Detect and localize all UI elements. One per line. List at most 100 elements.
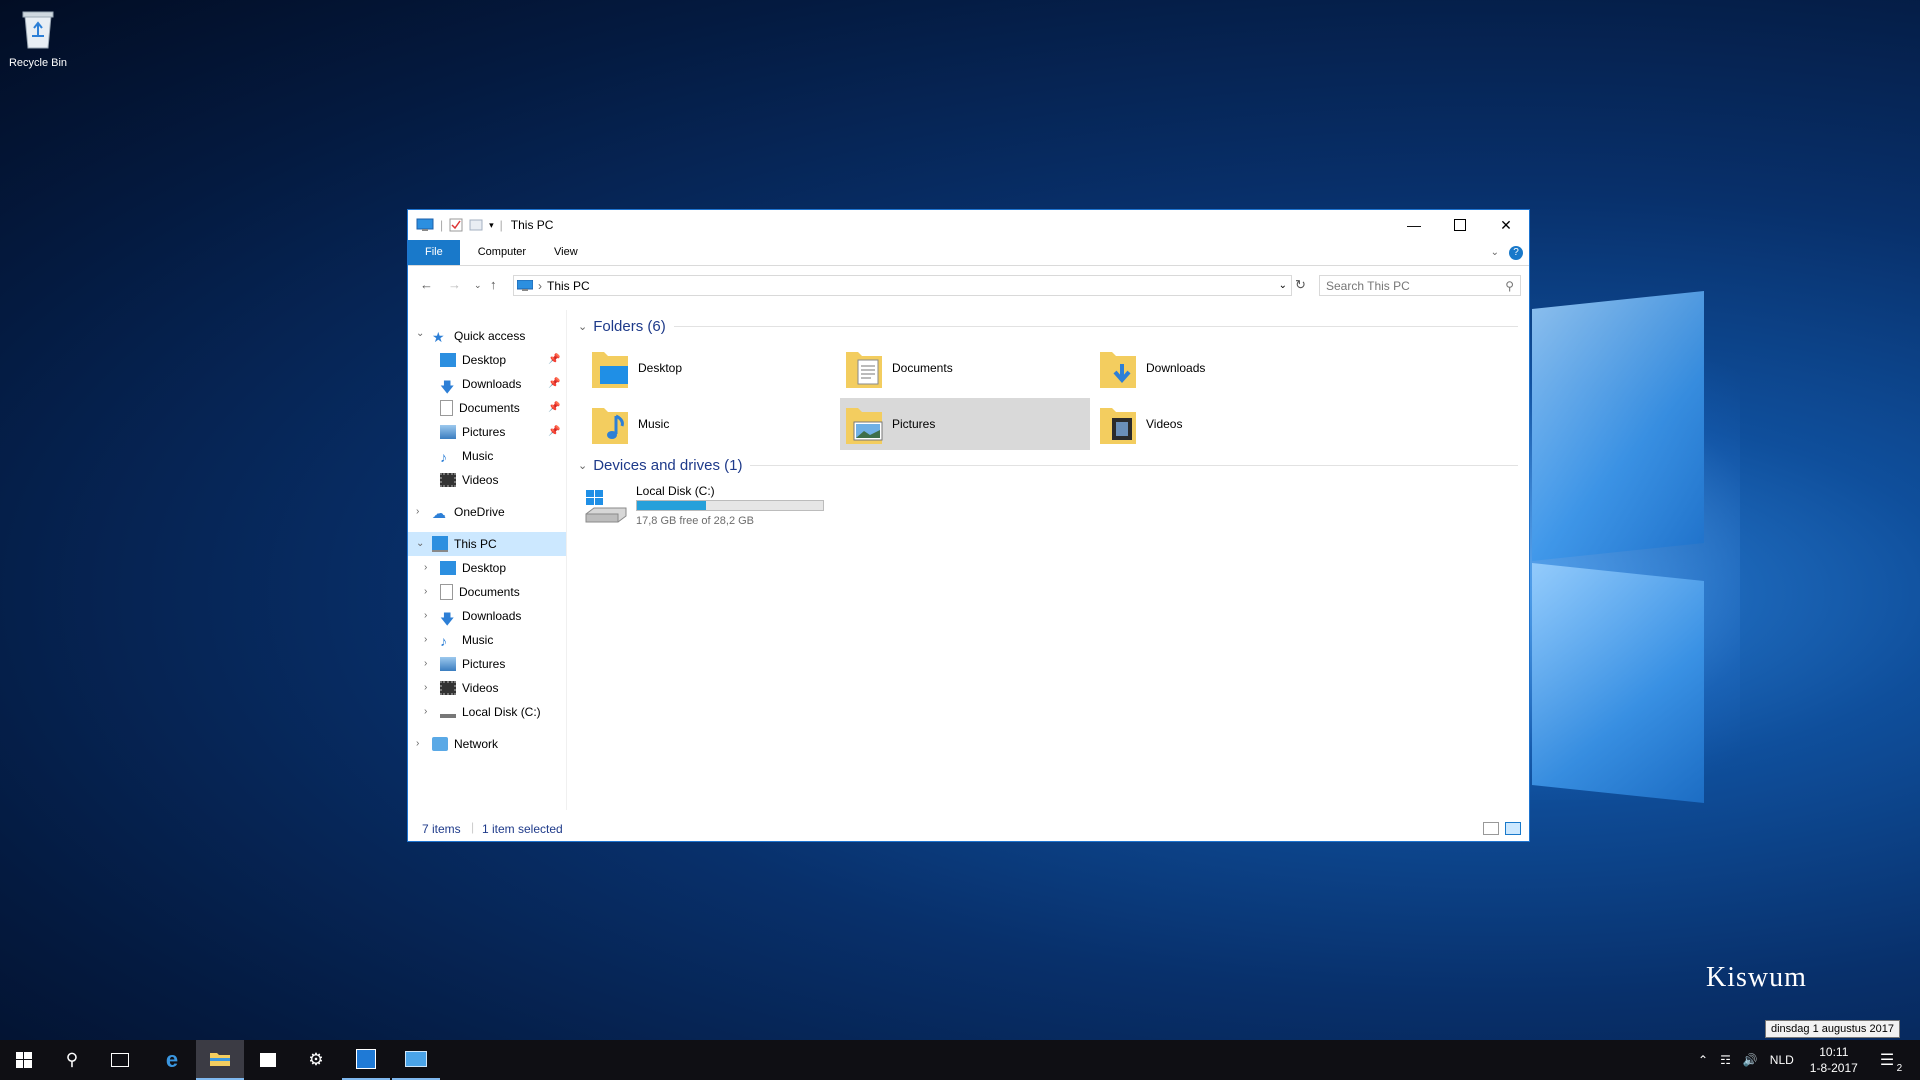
nav-onedrive[interactable]: ☁ OneDrive <box>432 501 505 523</box>
nav-pc-downloads[interactable]: 🡇 Downloads <box>440 605 521 627</box>
task-view-button[interactable] <box>96 1040 144 1080</box>
input-language[interactable]: NLD <box>1770 1053 1794 1067</box>
store-taskbar-button[interactable] <box>244 1040 292 1080</box>
expand-chevron-icon[interactable]: › <box>424 682 427 693</box>
documents-icon <box>440 400 453 416</box>
search-icon[interactable]: ⚲ <box>1505 279 1514 293</box>
windows-logo-icon <box>16 1052 32 1068</box>
file-explorer-window: | ▾ | This PC — ✕ File Computer View ⌄ ?… <box>407 209 1530 842</box>
recycle-bin-desktop-icon[interactable]: Recycle Bin <box>6 6 70 69</box>
tab-computer[interactable]: Computer <box>464 240 540 265</box>
nav-pc-desktop[interactable]: Desktop <box>440 557 506 579</box>
maximize-button[interactable] <box>1437 210 1483 240</box>
settings-taskbar-button[interactable]: ⚙ <box>292 1040 340 1080</box>
nav-quick-documents[interactable]: Documents <box>440 397 520 419</box>
volume-icon[interactable]: 🔊 <box>1743 1053 1758 1067</box>
breadcrumb-chevron-icon[interactable]: › <box>538 279 542 293</box>
file-explorer-taskbar-button[interactable] <box>196 1040 244 1080</box>
help-icon[interactable]: ? <box>1509 245 1523 260</box>
refresh-button[interactable]: ↻ <box>1295 277 1306 293</box>
pin-icon[interactable]: 📌 <box>548 402 560 413</box>
pin-icon[interactable]: 📌 <box>548 378 560 389</box>
forward-button[interactable]: → <box>448 277 461 292</box>
expand-onedrive-chevron-icon[interactable]: › <box>416 506 419 517</box>
nav-pc-videos[interactable]: Videos <box>440 677 498 699</box>
drive-local-disk-c[interactable]: Local Disk (C:) 17,8 GB free of 28,2 GB <box>584 484 834 534</box>
customize-qat-icon[interactable]: ▾ <box>489 220 494 231</box>
tab-file[interactable]: File <box>408 240 460 265</box>
folders-group-title: Folders (6) <box>593 317 666 335</box>
folder-label: Downloads <box>1146 361 1206 375</box>
title-bar[interactable]: | ▾ | This PC <box>408 210 1529 240</box>
clock[interactable]: 10:11 1-8-2017 <box>1810 1044 1858 1076</box>
collapse-this-pc-chevron-icon[interactable]: ⌄ <box>416 538 424 549</box>
folder-videos[interactable]: Videos <box>1094 398 1344 450</box>
collapse-quick-access-chevron-icon[interactable]: ⌄ <box>416 328 424 339</box>
devices-group-header[interactable]: ⌄ Devices and drives (1) <box>578 455 1518 475</box>
properties-icon[interactable] <box>449 218 463 232</box>
expand-chevron-icon[interactable]: › <box>424 706 427 717</box>
remote-desktop-taskbar-button[interactable] <box>392 1040 440 1080</box>
nav-pc-pictures[interactable]: Pictures <box>440 653 505 675</box>
folder-downloads[interactable]: Downloads <box>1094 342 1344 394</box>
search-input[interactable]: Search This PC ⚲ <box>1319 275 1521 296</box>
new-folder-icon[interactable] <box>469 218 483 232</box>
search-button[interactable]: ⚲ <box>48 1040 96 1080</box>
nav-this-pc[interactable]: This PC <box>432 533 497 555</box>
nav-pc-music[interactable]: ♪ Music <box>440 629 493 651</box>
expand-network-chevron-icon[interactable]: › <box>416 738 419 749</box>
address-bar[interactable]: › This PC ⌄ <box>513 275 1292 296</box>
folder-pictures[interactable]: Pictures <box>840 398 1090 450</box>
minimize-button[interactable]: — <box>1391 210 1437 240</box>
drive-usage-fill <box>637 501 706 510</box>
nav-quick-access[interactable]: ★ Quick access <box>432 325 525 347</box>
nav-quick-downloads[interactable]: 🡇 Downloads <box>440 373 521 395</box>
close-button[interactable]: ✕ <box>1483 210 1529 240</box>
tab-view[interactable]: View <box>540 240 592 265</box>
music-note-icon: ♪ <box>440 449 447 465</box>
defender-taskbar-button[interactable] <box>342 1040 390 1080</box>
show-hidden-icons-chevron-icon[interactable]: ⌃ <box>1698 1053 1708 1067</box>
back-button[interactable]: ← <box>420 277 433 292</box>
nav-network[interactable]: Network <box>432 733 498 755</box>
expand-chevron-icon[interactable]: › <box>424 586 427 597</box>
expand-ribbon-icon[interactable]: ⌄ <box>1491 247 1499 258</box>
recent-locations-button[interactable]: ⌄ <box>474 280 482 291</box>
expand-chevron-icon[interactable]: › <box>424 562 427 573</box>
expand-chevron-icon[interactable]: › <box>424 658 427 669</box>
folders-group-header[interactable]: ⌄ Folders (6) <box>578 316 1518 336</box>
notification-count-badge: 2 <box>1896 1063 1903 1074</box>
nav-pc-local-disk[interactable]: Local Disk (C:) <box>440 701 541 723</box>
folder-documents[interactable]: Documents <box>840 342 1090 394</box>
start-button[interactable] <box>0 1040 48 1080</box>
nav-label: Local Disk (C:) <box>462 705 541 719</box>
edge-taskbar-button[interactable]: e <box>148 1040 196 1080</box>
cloud-icon: ☁ <box>432 505 446 521</box>
nav-quick-pictures[interactable]: Pictures <box>440 421 505 443</box>
large-icons-view-icon[interactable] <box>1505 822 1521 835</box>
expand-chevron-icon[interactable]: › <box>424 610 427 621</box>
nav-quick-desktop[interactable]: Desktop <box>440 349 506 371</box>
pin-icon[interactable]: 📌 <box>548 426 560 437</box>
clock-time: 10:11 <box>1819 1045 1849 1059</box>
recycle-bin-icon <box>22 11 54 49</box>
action-center-icon[interactable]: ☰ 2 <box>1880 1050 1902 1074</box>
group-collapse-chevron-icon[interactable]: ⌄ <box>578 320 587 333</box>
group-collapse-chevron-icon[interactable]: ⌄ <box>578 459 587 472</box>
pin-icon[interactable]: 📌 <box>548 354 560 365</box>
music-note-icon: ♪ <box>440 633 447 649</box>
breadcrumb-this-pc[interactable]: This PC <box>547 279 590 293</box>
group-divider <box>673 325 1518 327</box>
nav-quick-videos[interactable]: Videos <box>440 469 498 491</box>
pictures-folder-icon <box>846 408 883 444</box>
folder-desktop[interactable]: Desktop <box>586 342 836 394</box>
up-button[interactable]: ↑ <box>490 277 497 292</box>
videos-folder-icon <box>1100 408 1136 444</box>
details-view-icon[interactable] <box>1483 822 1499 835</box>
expand-chevron-icon[interactable]: › <box>424 634 427 645</box>
address-dropdown-icon[interactable]: ⌄ <box>1279 280 1287 291</box>
network-wifi-icon[interactable]: ☶ <box>1720 1053 1731 1067</box>
folder-music[interactable]: Music <box>586 398 836 450</box>
nav-pc-documents[interactable]: Documents <box>440 581 520 603</box>
nav-quick-music[interactable]: ♪ Music <box>440 445 493 467</box>
